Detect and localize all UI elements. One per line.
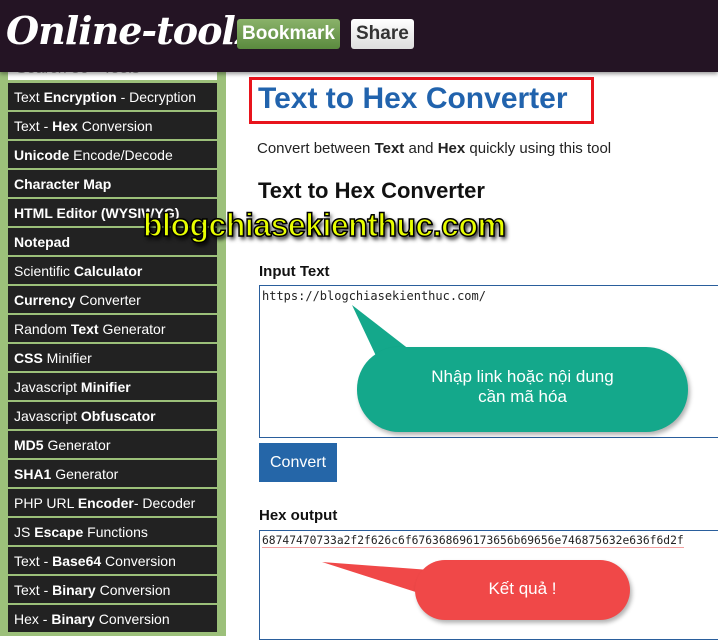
callout-output: Kết quả !	[415, 560, 630, 620]
callout-input: Nhập link hoặc nội dung cần mã hóa	[357, 347, 688, 432]
callout-pointers	[322, 305, 430, 595]
callout-output-pointer	[322, 562, 430, 595]
header: Online-toolz Bookmark Share	[0, 0, 718, 72]
bookmark-button[interactable]: Bookmark	[237, 19, 340, 49]
share-button[interactable]: Share	[351, 19, 414, 49]
watermark: blogchiasekienthuc.com	[142, 206, 506, 244]
logo[interactable]: Online-toolz	[6, 8, 256, 53]
